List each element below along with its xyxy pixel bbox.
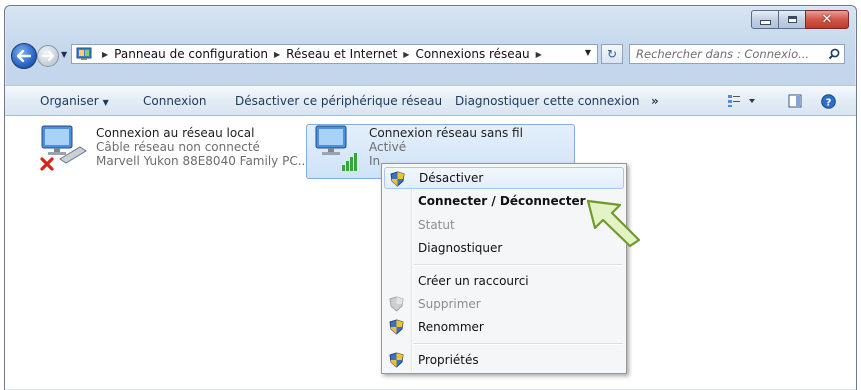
menu-item-label: Statut [418,218,455,232]
preview-pane-icon [788,94,802,108]
maximize-button[interactable] [778,10,806,29]
shield-icon [389,352,404,368]
menu-item-disable[interactable]: Désactiver [384,167,624,189]
refresh-icon: ↻ [606,47,618,61]
help-icon: ? [821,94,836,109]
search-input[interactable] [630,46,828,62]
close-button[interactable]: ✕ [805,10,849,29]
menu-item-delete[interactable]: Supprimer [384,293,624,315]
menu-item-rename[interactable]: Renommer [384,316,624,338]
menu-item-label: Créer un raccourci [418,274,529,288]
diagnose-button[interactable]: Diagnostiquer cette connexion [455,94,639,108]
recent-pages-dropdown[interactable]: ▼ [61,50,67,59]
breadcrumb-control-panel[interactable]: Panneau de configuration [114,47,268,61]
menu-item-label: Propriétés [418,353,479,367]
lan-connection-item[interactable] [38,123,92,180]
svg-text:?: ? [826,98,832,109]
connection-name: Connexion au réseau local [96,126,255,140]
minimize-icon [759,20,771,25]
address-dropdown-icon[interactable]: ▼ [585,48,591,57]
wireless-adapter-icon [315,125,357,171]
control-panel-icon [76,47,92,61]
change-view-button[interactable] [727,94,757,111]
breadcrumb-separator[interactable]: ▶ [274,50,280,59]
connection-device: Marvell Yukon 88E8040 Family PC... [96,154,310,168]
menu-item-label: Supprimer [418,297,481,311]
shield-icon [389,296,404,312]
view-options-icon [728,95,755,107]
menu-item-properties[interactable]: Propriétés [384,349,624,371]
forward-arrow-icon [42,51,54,61]
breadcrumb-network-connections[interactable]: Connexions réseau [415,47,529,61]
menu-item-label: Diagnostiquer [418,241,503,255]
preview-pane-button[interactable] [788,94,802,111]
help-button[interactable]: ? [821,94,836,112]
back-button[interactable] [11,43,37,69]
network-adapter-icon [40,125,87,171]
menu-separator [413,264,623,266]
context-menu: Désactiver Connecter / Déconnecter Statu… [381,163,627,374]
menu-item-label: Connecter / Déconnecter [418,194,586,208]
menu-separator [413,343,623,345]
more-commands-button[interactable]: » [651,94,659,108]
caption-buttons: ✕ [751,10,849,29]
breadcrumb-network-internet[interactable]: Réseau et Internet [286,47,397,61]
breadcrumb-separator[interactable]: ▶ [403,50,409,59]
search-icon[interactable] [828,48,840,60]
address-bar[interactable]: ▶ Panneau de configuration ▶ Réseau et I… [71,44,598,64]
search-box[interactable] [629,44,845,64]
back-arrow-icon [17,50,31,62]
menu-item-create-shortcut[interactable]: Créer un raccourci [384,270,624,292]
breadcrumb-separator[interactable]: ▶ [536,50,542,59]
shield-icon [390,171,405,187]
connection-name: Connexion réseau sans fil [369,126,523,140]
minimize-button[interactable] [751,10,779,29]
wifi-adapter-icon-wrap [312,123,366,180]
connection-status: Activé [369,140,407,154]
forward-button[interactable] [37,45,59,67]
disable-device-button[interactable]: Désactiver ce périphérique réseau [235,94,442,108]
menu-item-label: Désactiver [419,171,484,185]
maximize-icon [787,16,797,23]
organize-label: Organiser [40,94,99,108]
organize-button[interactable]: Organiser ▼ [40,94,109,108]
menu-item-label: Renommer [418,320,484,334]
close-icon: ✕ [821,12,833,27]
connect-button[interactable]: Connexion [143,94,207,108]
pointer-arrow-icon [586,199,641,248]
shield-icon [389,319,404,335]
breadcrumb-separator[interactable]: ▶ [102,50,108,59]
chevron-down-icon: ▼ [102,98,109,107]
connection-status: Câble réseau non connecté [96,140,260,154]
lan-connection-text[interactable]: Connexion au réseau local Câble réseau n… [96,126,309,168]
command-bar: Organiser ▼ Connexion Désactiver ce périp… [5,85,856,116]
wifi-connection-text[interactable]: Connexion réseau sans fil Activé In [369,126,523,168]
refresh-button[interactable]: ↻ [601,44,623,64]
